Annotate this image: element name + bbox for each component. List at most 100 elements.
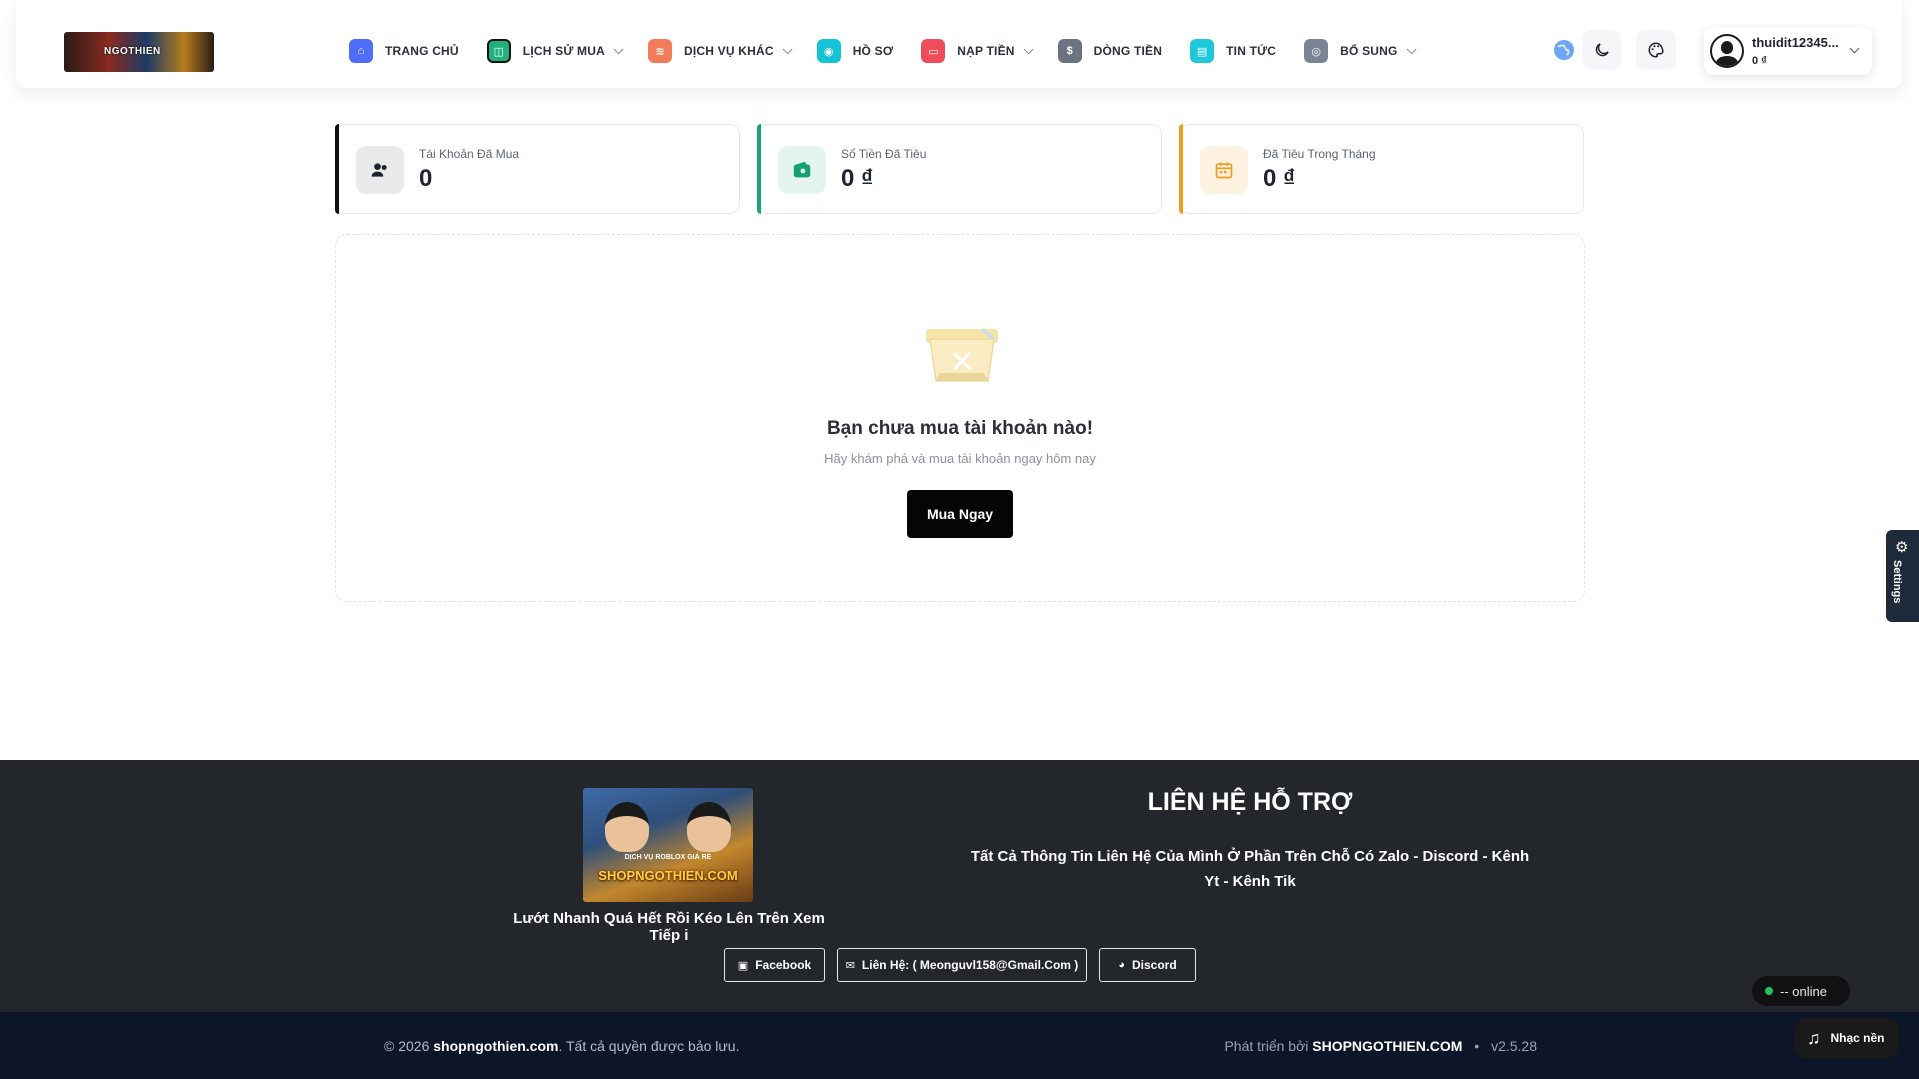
- separator-dot: •: [1474, 1038, 1480, 1054]
- contact-text: Tất Cả Thông Tin Liên Hệ Của Mình Ở Phần…: [970, 848, 1530, 890]
- footer-banner-image: DỊCH VỤ ROBLOX GIÁ RẺ SHOPNGOTHIEN.COM: [583, 788, 753, 902]
- extra-icon: ◎: [1304, 39, 1329, 63]
- palette-icon: [1648, 42, 1664, 58]
- wallet-icon: ▭: [921, 39, 946, 63]
- pirate-character: [605, 802, 649, 852]
- language-button[interactable]: [1544, 30, 1584, 70]
- nav-label: DỊCH VỤ KHÁC: [683, 44, 774, 58]
- stat-value: 0: [419, 165, 433, 192]
- copyright-text: © 2026 shopngothien.com. Tất cả quyền đư…: [384, 1038, 739, 1054]
- nav-label: NẠP TIỀN: [957, 44, 1015, 58]
- chevron-down-icon: [1406, 43, 1417, 54]
- empty-basket-icon: [926, 327, 998, 382]
- nav-label: LỊCH SỬ MUA: [522, 44, 605, 58]
- chevron-down-icon: [782, 43, 793, 54]
- chevron-down-icon: [1023, 43, 1034, 54]
- facebook-icon: ▣: [737, 959, 749, 972]
- button-label: Discord: [1131, 958, 1177, 972]
- contact-heading: LIÊN HỆ HỖ TRỢ: [1147, 788, 1353, 816]
- version: v2.5.28: [1491, 1038, 1537, 1054]
- nav-item-cashflow[interactable]: $ DÒNG TIỀN: [1057, 39, 1163, 63]
- music-toggle-button[interactable]: ♫ Nhạc nền: [1795, 1018, 1899, 1058]
- top-navbar: NGOTHIEN ⌂ TRANG CHỦ ◫ LỊCH SỬ MUA ≋ DỊC…: [16, 0, 1902, 88]
- nav-item-news[interactable]: ▤ TIN TỨC: [1190, 39, 1276, 63]
- calendar-icon: [1200, 146, 1248, 194]
- avatar: [1710, 34, 1744, 68]
- accent-bar: [757, 124, 761, 214]
- settings-tab[interactable]: ⚙ Settings: [1886, 530, 1919, 622]
- stat-label: Tài Khoản Đã Mua: [419, 147, 520, 161]
- nav-item-services[interactable]: ≋ DỊCH VỤ KHÁC: [647, 39, 793, 63]
- discord-icon: ◕: [1118, 959, 1125, 971]
- stat-value: 0 ₫: [1263, 165, 1296, 192]
- theme-toggle-button[interactable]: [1582, 30, 1622, 70]
- user-balance: 0 ₫: [1752, 55, 1767, 67]
- accent-bar: [335, 124, 339, 214]
- gear-icon: ⚙: [1895, 539, 1909, 556]
- nav-label: TIN TỨC: [1226, 44, 1277, 58]
- layers-icon: ≋: [647, 39, 672, 63]
- nav-item-profile[interactable]: ◉ HỒ SƠ: [816, 39, 894, 63]
- main-nav: ⌂ TRANG CHỦ ◫ LỊCH SỬ MUA ≋ DỊCH VỤ KHÁC…: [349, 38, 1441, 64]
- nav-label: HỒ SƠ: [852, 44, 894, 58]
- empty-state-panel: Bạn chưa mua tài khoản nào! Hãy khám phá…: [335, 234, 1585, 602]
- stat-card-accounts-bought: Tài Khoản Đã Mua 0: [335, 124, 740, 214]
- pirate-character: [687, 802, 731, 852]
- users-icon: [356, 146, 404, 194]
- profile-icon: ◉: [816, 39, 841, 63]
- online-count: -- online: [1780, 983, 1827, 999]
- music-label: Nhạc nền: [1830, 1031, 1885, 1045]
- globe-icon: [1554, 40, 1574, 60]
- nav-item-extra[interactable]: ◎ BỔ SUNG: [1304, 39, 1417, 63]
- copyright-suffix: . Tất cả quyền được bảo lưu.: [558, 1038, 740, 1054]
- wallet-icon: [778, 146, 826, 194]
- developer-credit: Phát triển bởi SHOPNGOTHIEN.COM • v2.5.2…: [1224, 1038, 1537, 1054]
- mail-icon: ✉: [845, 959, 855, 972]
- chevron-down-icon: [1849, 43, 1860, 54]
- online-status-badge: -- online: [1752, 976, 1850, 1006]
- nav-label: DÒNG TIỀN: [1093, 44, 1163, 58]
- contact-email-button[interactable]: ✉ Liên Hệ: ( Meonguvl158@Gmail.Com ): [837, 948, 1087, 982]
- dev-prefix: Phát triển bởi: [1224, 1038, 1309, 1054]
- stat-card-monthly-spent: Đã Tiêu Trong Tháng 0 ₫: [1179, 124, 1584, 214]
- empty-title: Bạn chưa mua tài khoản nào!: [826, 418, 1094, 439]
- discord-button[interactable]: ◕ Discord: [1099, 948, 1196, 982]
- site-logo[interactable]: NGOTHIEN: [64, 32, 214, 72]
- empty-subtitle: Hãy khám phá và mua tài khoản ngay hôm n…: [824, 451, 1096, 466]
- nav-item-home[interactable]: ⌂ TRANG CHỦ: [349, 39, 459, 63]
- nav-label: BỔ SUNG: [1340, 44, 1398, 58]
- music-note-icon: ♫: [1807, 1027, 1821, 1048]
- buy-now-button[interactable]: Mua Ngay: [907, 490, 1013, 538]
- stat-label: Số Tiền Đã Tiêu: [841, 147, 927, 161]
- dev-name[interactable]: SHOPNGOTHIEN.COM: [1312, 1038, 1462, 1054]
- news-icon: ▤: [1190, 39, 1215, 63]
- stat-label: Đã Tiêu Trong Tháng: [1263, 147, 1376, 161]
- button-label: Facebook: [755, 958, 812, 972]
- logo-text: NGOTHIEN: [104, 46, 161, 57]
- status-dot-icon: [1765, 987, 1773, 995]
- site-link[interactable]: shopngothien.com: [433, 1038, 558, 1054]
- copyright-year: © 2026: [384, 1038, 430, 1054]
- facebook-button[interactable]: ▣ Facebook: [724, 948, 825, 982]
- footer: DỊCH VỤ ROBLOX GIÁ RẺ SHOPNGOTHIEN.COM L…: [0, 760, 1919, 1012]
- nav-item-topup[interactable]: ▭ NẠP TIỀN: [921, 39, 1034, 63]
- nav-label: TRANG CHỦ: [385, 44, 459, 58]
- moon-icon: [1595, 43, 1609, 57]
- footer-tagline: Lướt Nhanh Quá Hết Rồi Kéo Lên Trên Xem …: [513, 910, 825, 944]
- chevron-down-icon: [613, 43, 624, 54]
- settings-label: Settings: [1891, 560, 1903, 604]
- button-label: Liên Hệ: ( Meonguvl158@Gmail.Com ): [861, 958, 1079, 972]
- banner-subtitle: DỊCH VỤ ROBLOX GIÁ RẺ: [624, 854, 712, 861]
- accent-bar: [1179, 124, 1183, 214]
- banner-brand: SHOPNGOTHIEN.COM: [598, 868, 738, 883]
- history-icon: ◫: [486, 39, 511, 63]
- user-name: thuidit12345...: [1752, 35, 1839, 50]
- stat-card-money-spent: Số Tiền Đã Tiêu 0 ₫: [757, 124, 1162, 214]
- palette-button[interactable]: [1636, 30, 1676, 70]
- home-icon: ⌂: [349, 39, 373, 63]
- stat-value: 0 ₫: [841, 165, 874, 192]
- nav-item-history[interactable]: ◫ LỊCH SỬ MUA: [486, 39, 624, 63]
- user-menu[interactable]: thuidit12345... 0 ₫: [1704, 27, 1872, 75]
- dollar-icon: $: [1057, 39, 1082, 63]
- copyright-bar: © 2026 shopngothien.com. Tất cả quyền đư…: [0, 1012, 1919, 1079]
